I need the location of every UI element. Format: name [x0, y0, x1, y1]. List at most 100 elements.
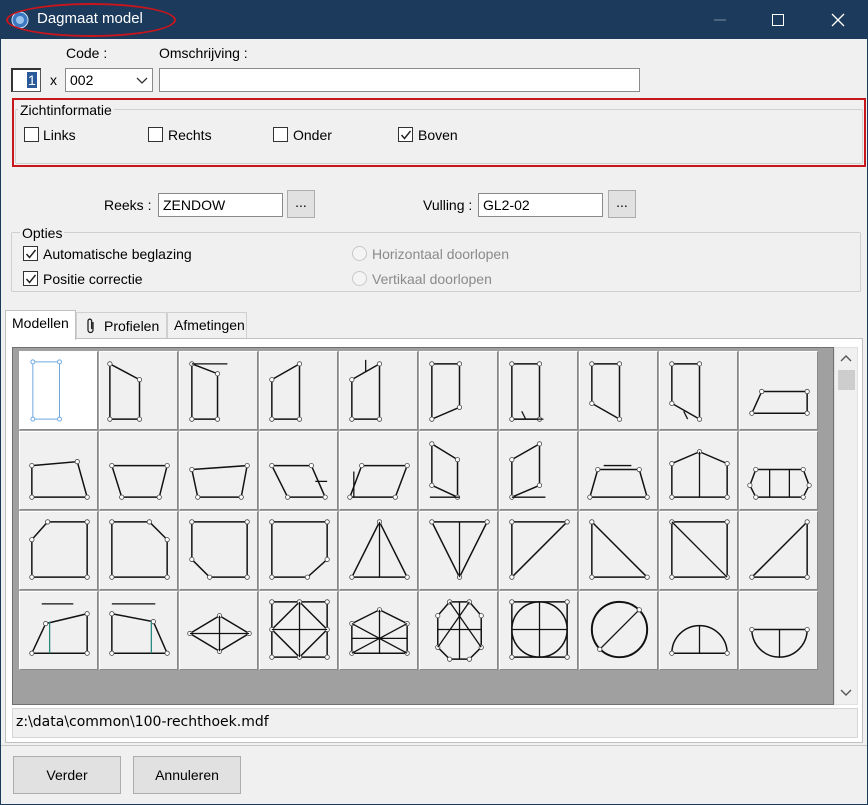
- model-thumb-slanted-mullion-right[interactable]: [19, 591, 98, 670]
- model-shape-slanted-bottom: [429, 361, 463, 422]
- code-combobox[interactable]: 002: [65, 68, 153, 92]
- model-thumb-rhombus-cross[interactable]: [179, 591, 258, 670]
- model-thumb-rect-diagonal[interactable]: [659, 511, 738, 590]
- radio-horizontal-label: Horizontaal doorlopen: [372, 246, 509, 262]
- checkbox-onder[interactable]: [273, 127, 288, 142]
- dialog-window: Dagmaat model Code : Omschrijving : 1 x …: [0, 0, 868, 805]
- model-thumb-hexagon-split[interactable]: [739, 431, 818, 510]
- maximize-icon: [772, 14, 784, 26]
- model-thumb-slanted-top-rise-bar[interactable]: [339, 351, 418, 430]
- model-shape-circle-diagonal: [590, 600, 649, 659]
- tab-afmetingen[interactable]: Afmetingen: [167, 312, 247, 338]
- checkbox-onder-label: Onder: [293, 127, 332, 143]
- description-label: Omschrijving :: [159, 45, 248, 61]
- count-spinner[interactable]: 1: [11, 68, 41, 92]
- checkbox-boven-label: Boven: [418, 127, 458, 143]
- close-icon: [831, 13, 845, 27]
- filling-input[interactable]: GL2-02: [478, 193, 603, 217]
- model-thumb-trapezoid-inverted[interactable]: [99, 431, 178, 510]
- model-shape-rect-circle-cross: [509, 599, 570, 660]
- model-thumb-chamfer-top-right[interactable]: [99, 511, 178, 590]
- model-thumb-parallelogram-left-bar[interactable]: [339, 431, 418, 510]
- model-shape-rect-diagonal: [669, 519, 730, 580]
- model-thumb-slanted-mullion-left[interactable]: [99, 591, 178, 670]
- model-thumb-slanted-top-left-bar[interactable]: [179, 351, 258, 430]
- model-thumb-triangle-down-split[interactable]: [419, 511, 498, 590]
- next-button[interactable]: Verder: [13, 756, 121, 794]
- model-thumb-gable-split[interactable]: [659, 431, 738, 510]
- filling-browse-button[interactable]: ...: [608, 190, 636, 218]
- vertical-scrollbar[interactable]: [834, 347, 858, 705]
- radio-vertical[interactable]: [352, 271, 367, 286]
- model-shape-rect-rhombus: [269, 599, 330, 660]
- code-value: 002: [70, 72, 94, 88]
- model-thumb-slanted-bottom[interactable]: [419, 351, 498, 430]
- model-thumb-rect-rhombus[interactable]: [259, 591, 338, 670]
- scroll-up-icon[interactable]: [839, 354, 853, 364]
- model-shape-triangle-up-split: [349, 519, 410, 580]
- maximize-button[interactable]: [749, 1, 807, 39]
- model-thumb-gable-cross[interactable]: [339, 591, 418, 670]
- model-thumb-triangle-bottom-left[interactable]: [579, 511, 658, 590]
- model-thumb-parallelogram-right[interactable]: [259, 431, 338, 510]
- model-thumb-triangle-up-split[interactable]: [339, 511, 418, 590]
- model-thumb-rect-circle-cross[interactable]: [499, 591, 578, 670]
- model-shape-hexagon-split: [747, 466, 812, 500]
- tab-afmetingen-label: Afmetingen: [174, 317, 245, 333]
- model-thumb-trapezoid-right[interactable]: [19, 431, 98, 510]
- cancel-button[interactable]: Annuleren: [133, 756, 241, 794]
- scroll-thumb[interactable]: [838, 370, 855, 390]
- model-shape-slanted-bottom-sill: [669, 361, 703, 422]
- checkmark-icon: [25, 249, 37, 259]
- tab-profielen[interactable]: Profielen: [76, 312, 167, 338]
- model-thumb-chamfer-bottom-right[interactable]: [259, 511, 338, 590]
- model-thumb-trapezoid-bar[interactable]: [579, 431, 658, 510]
- model-thumb-triangle-top-left[interactable]: [499, 511, 578, 590]
- model-thumb-trapezoid-narrow[interactable]: [179, 431, 258, 510]
- tab-modellen-label: Modellen: [12, 315, 69, 331]
- multiply-sign: x: [50, 72, 57, 88]
- checkbox-position-correction[interactable]: [23, 271, 38, 286]
- series-input[interactable]: ZENDOW: [158, 193, 283, 217]
- minimize-button[interactable]: [691, 1, 749, 39]
- checkbox-automatic-glazing[interactable]: [23, 246, 38, 261]
- chevron-down-icon: [136, 77, 148, 84]
- count-value: 1: [27, 72, 37, 88]
- model-shape-chamfer-top-right: [109, 519, 170, 580]
- code-label: Code :: [66, 45, 108, 61]
- model-thumb-half-circle-up[interactable]: [659, 591, 738, 670]
- checkmark-icon: [25, 274, 37, 284]
- model-shape-slanted-mullion-right: [29, 603, 90, 656]
- model-shape-half-circle-up: [669, 624, 730, 656]
- model-thumb-circle-diagonal[interactable]: [579, 591, 658, 670]
- model-thumb-chamfer-top-left[interactable]: [19, 511, 98, 590]
- model-thumb-slanted-both-left[interactable]: [499, 431, 578, 510]
- model-thumb-triangle-bottom-right[interactable]: [739, 511, 818, 590]
- close-button[interactable]: [809, 1, 867, 39]
- model-thumb-chamfer-bottom-left[interactable]: [179, 511, 258, 590]
- model-thumb-half-circle-down[interactable]: [739, 591, 818, 670]
- model-thumb-octagon-cross[interactable]: [419, 591, 498, 670]
- status-path: z:\data\common\100-rechthoek.mdf: [12, 708, 858, 738]
- checkbox-rechts[interactable]: [148, 127, 163, 142]
- radio-horizontal[interactable]: [352, 246, 367, 261]
- model-thumb-slanted-bottom-sill[interactable]: [659, 351, 738, 430]
- model-thumb-parallelogram-left[interactable]: [739, 351, 818, 430]
- model-thumb-rect-sill[interactable]: [499, 351, 578, 430]
- model-thumb-slanted-top-right[interactable]: [99, 351, 178, 430]
- checkbox-boven[interactable]: [398, 127, 413, 142]
- model-thumb-slanted-both-right[interactable]: [419, 431, 498, 510]
- model-thumb-slanted-top-rise[interactable]: [259, 351, 338, 430]
- scroll-down-icon[interactable]: [839, 688, 853, 698]
- series-browse-button[interactable]: ...: [287, 190, 315, 218]
- model-shape-gable-split: [669, 449, 730, 500]
- tab-profielen-label: Profielen: [104, 318, 160, 334]
- model-thumb-slanted-bottom-left[interactable]: [579, 351, 658, 430]
- description-input[interactable]: [159, 68, 640, 92]
- tab-modellen[interactable]: Modellen: [5, 310, 76, 340]
- model-shape-triangle-bottom-right: [749, 519, 810, 580]
- position-correction-label: Positie correctie: [43, 271, 143, 287]
- paperclip-icon: [87, 318, 94, 334]
- checkbox-links[interactable]: [24, 127, 39, 142]
- model-thumb-rect-model[interactable]: [19, 351, 98, 430]
